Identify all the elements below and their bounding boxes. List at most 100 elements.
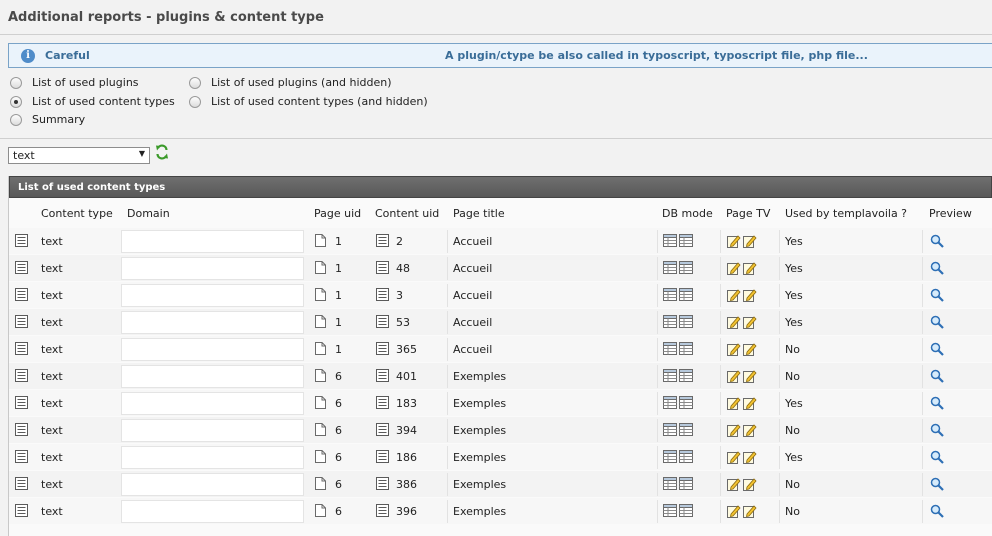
edit-content-icon[interactable] [743, 261, 757, 278]
db-list-icon[interactable] [663, 369, 677, 385]
edit-page-icon[interactable] [727, 396, 741, 413]
radio-summary[interactable]: Summary [10, 113, 85, 126]
db-edit-icon[interactable] [679, 234, 693, 250]
radio-button[interactable] [10, 76, 22, 89]
edit-content-icon[interactable] [743, 234, 757, 251]
cell-page-uid: 6 [335, 370, 342, 383]
cell-separator [779, 257, 780, 280]
edit-page-icon[interactable] [727, 315, 741, 332]
edit-page-icon[interactable] [727, 261, 741, 278]
edit-content-icon[interactable] [743, 342, 757, 359]
radio-button[interactable] [189, 76, 201, 89]
cell-used-by-templavoila: Yes [785, 262, 803, 275]
db-edit-icon[interactable] [679, 342, 693, 358]
radio-used-content-types-hidden[interactable]: List of used content types (and hidden) [189, 95, 428, 108]
search-icon[interactable] [930, 234, 944, 251]
page-icon [315, 396, 326, 412]
content-element-icon [15, 396, 28, 412]
edit-content-icon[interactable] [743, 504, 757, 521]
edit-page-icon[interactable] [727, 369, 741, 386]
db-edit-icon[interactable] [679, 450, 693, 466]
db-edit-icon[interactable] [679, 477, 693, 493]
content-element-icon [15, 234, 28, 250]
db-list-icon[interactable] [663, 234, 677, 250]
radio-button[interactable] [10, 95, 22, 108]
db-list-icon[interactable] [663, 396, 677, 412]
refresh-icon[interactable] [155, 144, 169, 160]
edit-content-icon[interactable] [743, 396, 757, 413]
search-icon[interactable] [930, 369, 944, 386]
cell-domain [121, 311, 304, 334]
cell-separator [922, 284, 923, 307]
edit-page-icon[interactable] [727, 234, 741, 251]
db-edit-icon[interactable] [679, 396, 693, 412]
search-icon[interactable] [930, 504, 944, 521]
info-text: A plugin/ctype be also called in typoscr… [445, 49, 868, 62]
db-edit-icon[interactable] [679, 504, 693, 520]
search-icon[interactable] [930, 423, 944, 440]
edit-content-icon[interactable] [743, 369, 757, 386]
table-row: text 1 2 Accueil Yes [9, 228, 992, 255]
cell-domain [121, 230, 304, 253]
edit-content-icon[interactable] [743, 288, 757, 305]
db-list-icon[interactable] [663, 450, 677, 466]
radio-used-content-types[interactable]: List of used content types [10, 95, 175, 108]
radio-label: List of used plugins [32, 76, 139, 89]
search-icon[interactable] [930, 288, 944, 305]
search-icon[interactable] [930, 477, 944, 494]
search-icon[interactable] [930, 342, 944, 359]
db-list-icon[interactable] [663, 504, 677, 520]
table-row: text 1 3 Accueil Yes [9, 282, 992, 309]
radio-button[interactable] [189, 95, 201, 108]
cell-page-uid: 1 [335, 343, 342, 356]
db-list-icon[interactable] [663, 477, 677, 493]
db-list-icon[interactable] [663, 342, 677, 358]
db-edit-icon[interactable] [679, 423, 693, 439]
db-list-icon[interactable] [663, 261, 677, 277]
content-element-icon [15, 288, 28, 304]
db-edit-icon[interactable] [679, 315, 693, 331]
cell-used-by-templavoila: No [785, 505, 800, 518]
edit-page-icon[interactable] [727, 342, 741, 359]
content-type-select[interactable]: text ▼ [8, 147, 150, 164]
edit-content-icon[interactable] [743, 477, 757, 494]
content-element-icon [15, 369, 28, 385]
cell-content-uid: 401 [396, 370, 417, 383]
content-icon [376, 504, 389, 520]
search-icon[interactable] [930, 315, 944, 332]
divider [0, 34, 992, 35]
cell-page-uid: 6 [335, 451, 342, 464]
cell-used-by-templavoila: No [785, 424, 800, 437]
radio-used-plugins[interactable]: List of used plugins [10, 76, 139, 89]
edit-page-icon[interactable] [727, 504, 741, 521]
cell-separator [447, 473, 448, 496]
db-edit-icon[interactable] [679, 288, 693, 304]
db-list-icon[interactable] [663, 423, 677, 439]
radio-label: List of used content types (and hidden) [211, 95, 428, 108]
edit-page-icon[interactable] [727, 288, 741, 305]
search-icon[interactable] [930, 450, 944, 467]
db-list-icon[interactable] [663, 288, 677, 304]
db-edit-icon[interactable] [679, 369, 693, 385]
cell-separator [447, 365, 448, 388]
cell-content-uid: 183 [396, 397, 417, 410]
cell-separator [657, 473, 658, 496]
db-edit-icon[interactable] [679, 261, 693, 277]
cell-separator [447, 338, 448, 361]
edit-content-icon[interactable] [743, 315, 757, 332]
db-list-icon[interactable] [663, 315, 677, 331]
content-icon [376, 423, 389, 439]
edit-content-icon[interactable] [743, 423, 757, 440]
content-icon [376, 288, 389, 304]
chevron-down-icon: ▼ [138, 149, 145, 158]
cell-page-uid: 6 [335, 424, 342, 437]
edit-page-icon[interactable] [727, 423, 741, 440]
radio-button[interactable] [10, 113, 22, 126]
edit-page-icon[interactable] [727, 450, 741, 467]
search-icon[interactable] [930, 396, 944, 413]
search-icon[interactable] [930, 261, 944, 278]
edit-page-icon[interactable] [727, 477, 741, 494]
edit-content-icon[interactable] [743, 450, 757, 467]
table-row: text 6 396 Exemples No [9, 498, 992, 525]
radio-used-plugins-hidden[interactable]: List of used plugins (and hidden) [189, 76, 392, 89]
